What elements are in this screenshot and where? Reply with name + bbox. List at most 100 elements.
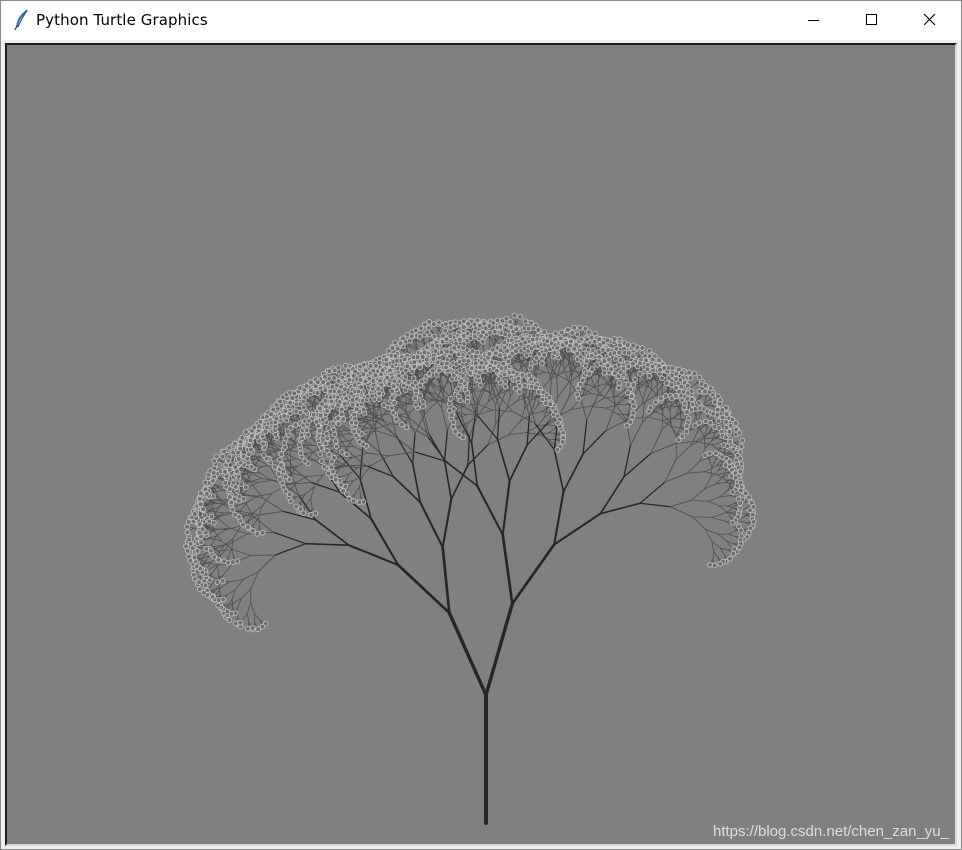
- blossom-dot: [259, 623, 266, 630]
- tree-branch: [338, 491, 372, 520]
- close-button[interactable]: [907, 1, 953, 40]
- blossom-dot: [278, 462, 284, 468]
- blossom-dot: [297, 450, 304, 457]
- tree-blossoms: [183, 312, 757, 633]
- tree-branch: [231, 538, 234, 550]
- blossom-dot: [236, 493, 243, 500]
- blossom-dot: [215, 597, 222, 603]
- blossom-dot: [277, 476, 283, 483]
- tree-branch: [272, 531, 307, 545]
- title-bar[interactable]: Python Turtle Graphics: [1, 1, 961, 40]
- tree-branch: [703, 437, 716, 440]
- tree-branch: [427, 436, 447, 462]
- tree-branch: [508, 444, 528, 482]
- tree-branch: [396, 563, 451, 615]
- tree-branch: [340, 424, 351, 431]
- tree-branch: [354, 486, 360, 495]
- tree-branch: [340, 429, 351, 432]
- turtle-canvas[interactable]: https://blog.csdn.net/chen_zan_yu_: [5, 43, 957, 846]
- tree-branch: [737, 520, 747, 524]
- tree-branch: [597, 380, 611, 397]
- maximize-button[interactable]: [849, 1, 895, 40]
- blossom-dot: [185, 519, 192, 525]
- tree-branch: [582, 429, 607, 455]
- tree-branch: [261, 497, 284, 512]
- tree-branch: [218, 518, 231, 529]
- tree-branch: [218, 584, 221, 595]
- tree-branch: [443, 429, 449, 462]
- blossom-dot: [297, 409, 304, 416]
- blossom-dot: [336, 388, 343, 395]
- tree-branch: [557, 381, 570, 399]
- tree-branch: [718, 533, 728, 542]
- blossom-dot: [302, 458, 308, 465]
- blossom-dot: [184, 529, 191, 536]
- blossom-dot: [261, 452, 267, 458]
- blossom-dot: [211, 458, 218, 464]
- blossom-dot: [196, 579, 202, 585]
- tree-branch: [231, 548, 234, 558]
- tree-branch: [347, 544, 400, 567]
- tree-branch: [692, 516, 713, 518]
- tree-branch: [553, 490, 565, 546]
- blossom-dot: [255, 626, 261, 632]
- blossom-dot: [239, 434, 246, 441]
- blossom-dot: [202, 582, 209, 589]
- tree-branch: [231, 599, 234, 608]
- blossom-dot: [335, 364, 342, 371]
- tree-branch: [650, 378, 653, 391]
- blossom-dot: [202, 479, 209, 486]
- tree-branch: [553, 512, 602, 546]
- blossom-dot: [215, 602, 222, 609]
- tree-branch: [405, 412, 416, 435]
- blossom-dot: [191, 554, 198, 561]
- blossom-dot: [331, 375, 337, 381]
- blossom-dot: [268, 411, 274, 418]
- blossom-dot: [214, 579, 221, 585]
- tree-branch: [306, 474, 324, 478]
- blossom-dot: [275, 471, 282, 477]
- blossom-dot: [232, 620, 239, 627]
- tree-branch: [501, 533, 514, 606]
- tree-branch: [711, 516, 727, 523]
- tree-branch: [719, 505, 728, 513]
- tree-branch: [496, 438, 511, 482]
- blossom-dot: [352, 368, 358, 375]
- blossom-dot: [198, 539, 204, 546]
- tree-branch: [582, 419, 588, 455]
- blossom-dot: [257, 418, 264, 425]
- tree-branch: [370, 517, 400, 567]
- tree-branch: [345, 480, 354, 483]
- tree-branch: [470, 441, 479, 487]
- tree-branch: [388, 451, 416, 457]
- tree-branch: [364, 464, 394, 478]
- blossom-dot: [329, 383, 336, 390]
- tree-branch: [586, 395, 599, 421]
- blossom-dot: [213, 453, 220, 460]
- blossom-dot: [464, 399, 471, 405]
- tree-branch: [250, 602, 255, 614]
- tree-branch: [646, 416, 663, 421]
- blossom-dot: [222, 480, 229, 486]
- tree-branch: [707, 500, 720, 507]
- tree-branch: [508, 420, 521, 436]
- blossom-dot: [245, 524, 251, 530]
- blossom-dot: [276, 456, 283, 463]
- blossom-dot: [229, 506, 236, 513]
- tree-branch: [669, 402, 673, 413]
- tree-branch: [590, 398, 604, 407]
- tree-branch: [250, 571, 260, 589]
- blossom-dot: [228, 499, 235, 506]
- tree-branch: [669, 506, 693, 518]
- tree-branch: [704, 465, 718, 473]
- blossom-dot: [472, 353, 479, 360]
- minimize-button[interactable]: [791, 1, 837, 40]
- tree-branch: [710, 470, 719, 479]
- blossom-dot: [230, 559, 236, 565]
- blossom-dot: [342, 362, 349, 369]
- tree-branch: [346, 465, 359, 469]
- tree-branch: [553, 448, 565, 493]
- blossom-dot: [335, 378, 342, 384]
- blossom-dot: [203, 491, 210, 497]
- tree-branch: [253, 613, 261, 621]
